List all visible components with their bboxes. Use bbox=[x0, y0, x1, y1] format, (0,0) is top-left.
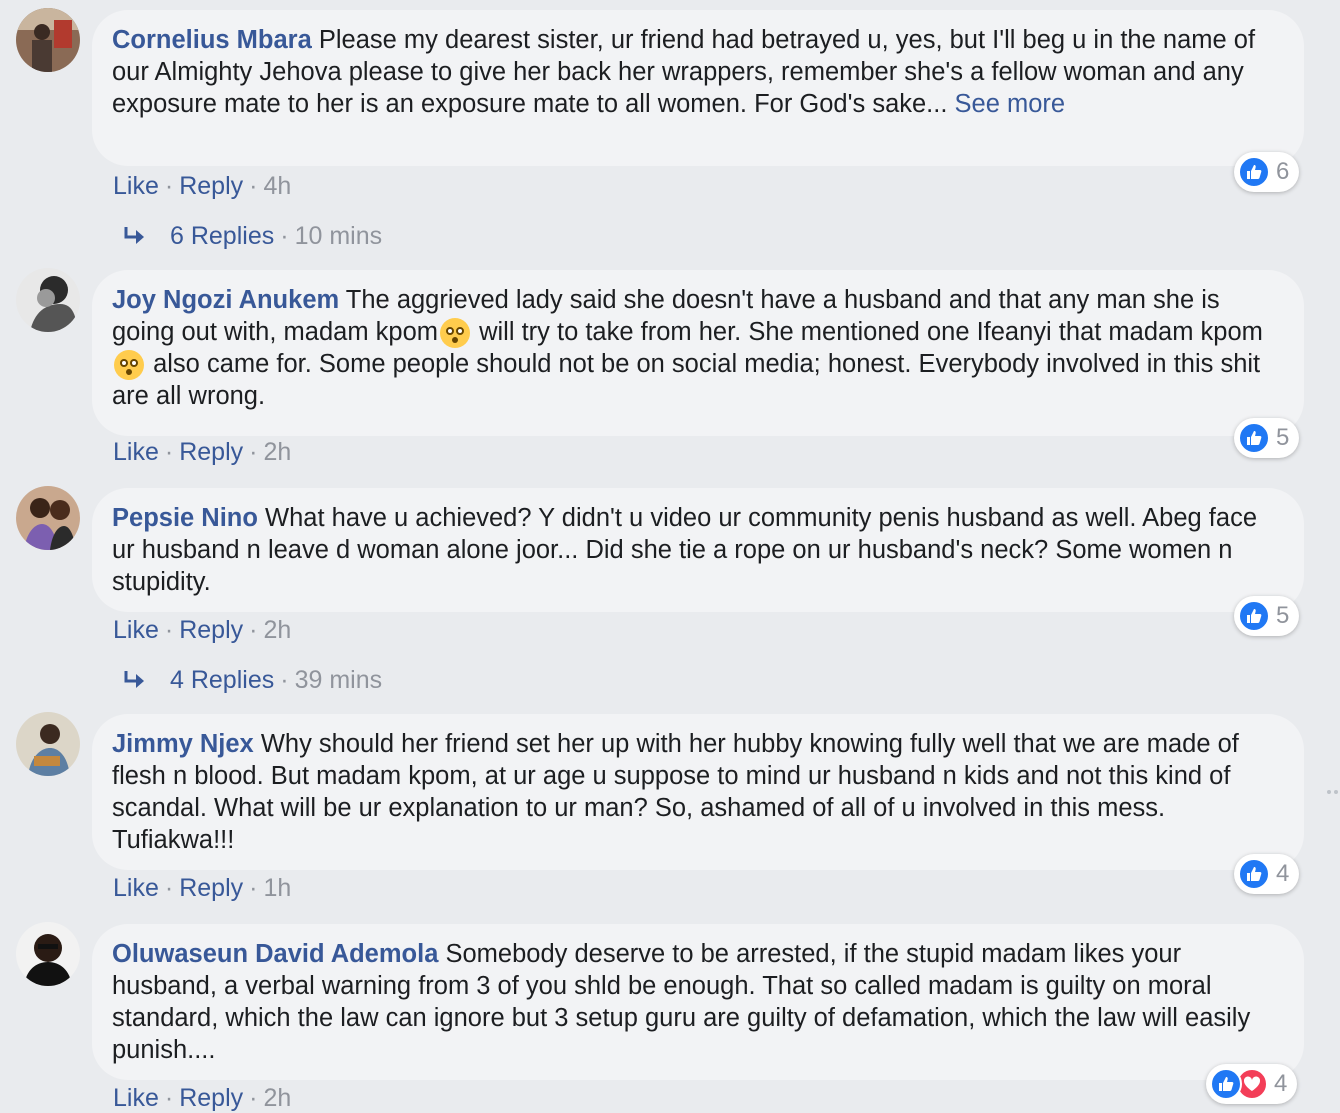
replies-count[interactable]: 6 Replies bbox=[170, 221, 274, 251]
reaction-count: 5 bbox=[1276, 424, 1290, 451]
like-link[interactable]: Like bbox=[113, 616, 159, 644]
separator: · bbox=[249, 874, 258, 902]
reply-arrow-icon bbox=[124, 671, 144, 688]
separator: · bbox=[280, 666, 289, 694]
reaction-count: 5 bbox=[1276, 602, 1290, 629]
comment-text: What have u achieved? Y didn't u video u… bbox=[112, 504, 1257, 596]
comment-actions: Like · Reply · 4h bbox=[113, 171, 291, 201]
comment-bubble: Oluwaseun David Ademola Somebody deserve… bbox=[92, 924, 1304, 1080]
separator: · bbox=[280, 222, 289, 250]
view-replies[interactable]: 4 Replies · 39 mins bbox=[122, 665, 382, 695]
comment-author[interactable]: Oluwaseun David Ademola bbox=[112, 940, 438, 968]
comment-time[interactable]: 2h bbox=[263, 1084, 291, 1112]
separator: · bbox=[249, 1084, 258, 1112]
comment-bubble: Jimmy Njex Why should her friend set her… bbox=[92, 714, 1304, 870]
comment-bubble: Joy Ngozi Anukem The aggrieved lady said… bbox=[92, 270, 1304, 436]
comment-actions: Like · Reply · 2h bbox=[113, 615, 291, 645]
like-link[interactable]: Like bbox=[113, 874, 159, 902]
reaction-count: 4 bbox=[1274, 1070, 1288, 1097]
avatar[interactable] bbox=[16, 268, 80, 332]
like-link[interactable]: Like bbox=[113, 1084, 159, 1112]
like-icon bbox=[1238, 156, 1270, 188]
comment-bubble: Pepsie Nino What have u achieved? Y didn… bbox=[92, 488, 1304, 612]
separator: · bbox=[164, 1084, 174, 1112]
comment-author[interactable]: Jimmy Njex bbox=[112, 730, 254, 758]
avatar[interactable] bbox=[16, 712, 80, 776]
reaction-count: 4 bbox=[1276, 860, 1290, 887]
comment-time[interactable]: 2h bbox=[263, 616, 291, 644]
like-icon bbox=[1238, 600, 1270, 632]
reaction-summary[interactable]: 5 bbox=[1234, 596, 1300, 636]
separator: · bbox=[249, 616, 258, 644]
comment-actions: Like · Reply · 2h bbox=[113, 1083, 291, 1113]
comment-author[interactable]: Pepsie Nino bbox=[112, 504, 258, 532]
avatar[interactable] bbox=[16, 922, 80, 986]
separator: · bbox=[164, 616, 174, 644]
reply-link[interactable]: Reply bbox=[179, 438, 243, 466]
like-icon bbox=[1238, 422, 1270, 454]
separator: · bbox=[164, 874, 174, 902]
reaction-summary[interactable]: 4 bbox=[1206, 1064, 1298, 1104]
like-link[interactable]: Like bbox=[113, 172, 159, 200]
reaction-count: 6 bbox=[1276, 158, 1290, 185]
comment-time[interactable]: 4h bbox=[263, 172, 291, 200]
replies-time: 39 mins bbox=[294, 666, 383, 694]
flushed-emoji-icon bbox=[114, 350, 144, 380]
separator: · bbox=[249, 438, 258, 466]
separator: · bbox=[164, 172, 174, 200]
like-icon bbox=[1238, 858, 1270, 890]
comment-text: also came for. Some people should not be… bbox=[112, 350, 1261, 410]
comment-author[interactable]: Cornelius Mbara bbox=[112, 26, 312, 54]
reply-link[interactable]: Reply bbox=[179, 1084, 243, 1112]
separator: · bbox=[249, 172, 258, 200]
comment-author[interactable]: Joy Ngozi Anukem bbox=[112, 286, 339, 314]
reaction-summary[interactable]: 4 bbox=[1234, 854, 1300, 894]
reply-link[interactable]: Reply bbox=[179, 172, 243, 200]
see-more-link[interactable]: See more bbox=[955, 90, 1066, 118]
comment-time[interactable]: 1h bbox=[263, 874, 291, 902]
avatar[interactable] bbox=[16, 486, 80, 550]
replies-time: 10 mins bbox=[294, 222, 383, 250]
separator: · bbox=[164, 438, 174, 466]
comment-text: will try to take from her. She mentioned… bbox=[472, 318, 1263, 346]
like-link[interactable]: Like bbox=[113, 438, 159, 466]
reply-link[interactable]: Reply bbox=[179, 616, 243, 644]
view-replies[interactable]: 6 Replies · 10 mins bbox=[122, 221, 382, 251]
replies-count[interactable]: 4 Replies bbox=[170, 665, 274, 695]
comment-time[interactable]: 2h bbox=[263, 438, 291, 466]
comment-actions: Like · Reply · 1h bbox=[113, 873, 291, 903]
reaction-summary[interactable]: 5 bbox=[1234, 418, 1300, 458]
reply-link[interactable]: Reply bbox=[179, 874, 243, 902]
reply-arrow-icon bbox=[124, 227, 144, 244]
like-icon bbox=[1210, 1068, 1242, 1100]
comment-bubble: Cornelius Mbara Please my dearest sister… bbox=[92, 10, 1304, 166]
comment-actions: Like · Reply · 2h bbox=[113, 437, 291, 467]
avatar[interactable] bbox=[16, 8, 80, 72]
scroll-indicator bbox=[1327, 790, 1338, 794]
comment-text: Why should her friend set her up with he… bbox=[112, 730, 1239, 854]
reaction-summary[interactable]: 6 bbox=[1234, 152, 1300, 192]
flushed-emoji-icon bbox=[440, 318, 470, 348]
